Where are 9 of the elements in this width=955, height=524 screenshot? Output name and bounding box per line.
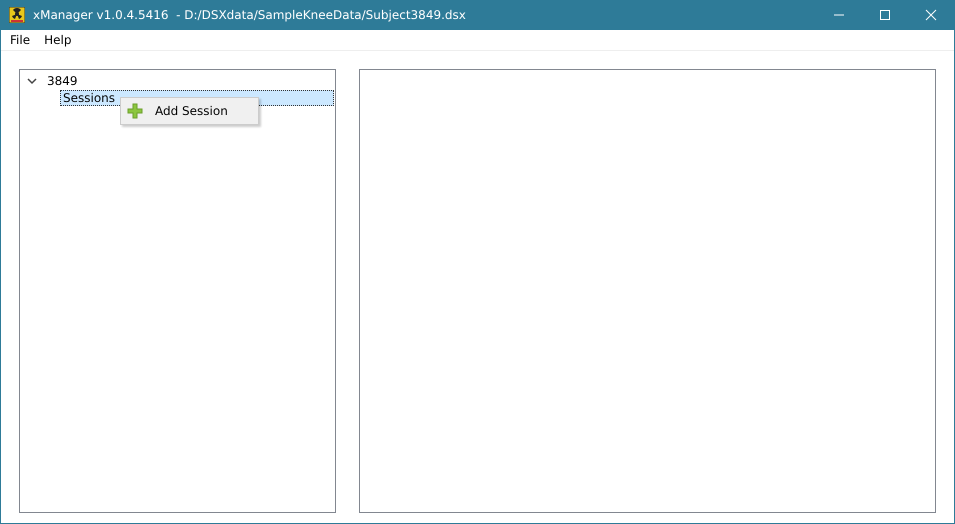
tree-item[interactable]: 3849 bbox=[44, 72, 81, 88]
menu-item[interactable]: File bbox=[3, 30, 38, 50]
menu-item[interactable]: Help bbox=[37, 30, 78, 50]
close-icon bbox=[925, 9, 937, 21]
window-title: xManager v1.0.4.5416 - D:/DSXdata/SampleKneeData/Subject3849.dsx bbox=[33, 8, 467, 22]
plus-icon bbox=[127, 103, 143, 119]
menu-item[interactable]: Add Session bbox=[121, 98, 258, 124]
app-logo-icon bbox=[9, 7, 25, 23]
maximize-icon bbox=[879, 9, 891, 21]
